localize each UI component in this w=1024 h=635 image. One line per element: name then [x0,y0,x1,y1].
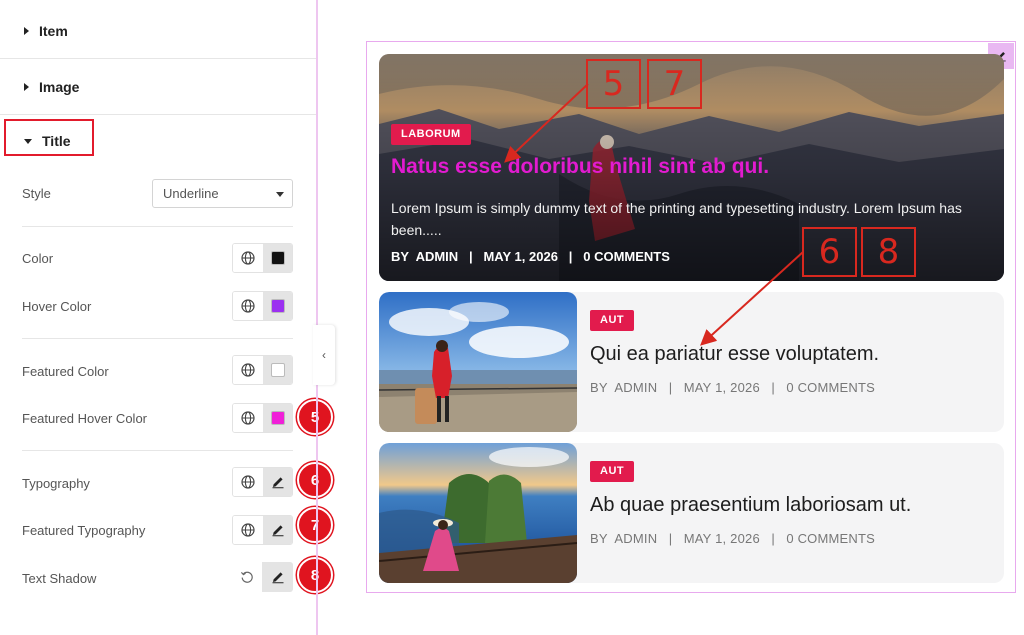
globe-icon[interactable] [233,356,263,384]
caret-right-icon [24,82,29,91]
globe-icon[interactable] [233,516,263,544]
post-category-tag[interactable]: AUT [590,461,635,482]
featured-hover-color-swatch-button[interactable] [263,404,292,432]
color-swatch-button[interactable] [263,244,292,272]
post-meta: BY ADMIN | MAY 1, 2026 | 0 COMMENTS [590,531,876,546]
pencil-icon[interactable] [262,562,293,592]
featured-hover-color-control [232,403,293,433]
typography-control [232,467,293,497]
text-shadow-label: Text Shadow [22,571,97,586]
title-highlight-box [4,119,94,156]
divider [22,450,293,451]
callout-box-8: 8 [861,227,916,277]
globe-icon[interactable] [233,292,263,320]
color-swatch [270,251,285,265]
featured-typography-label: Featured Typography [22,523,146,538]
post-title[interactable]: Ab quae praesentium laboriosam ut. [590,494,911,517]
settings-panel: Item Image Title Style Underline Color H… [0,0,333,635]
featured-category-tag[interactable]: LABORUM [391,124,471,145]
pencil-icon[interactable] [263,516,292,544]
callout-badge-8: 8 [297,557,333,593]
caret-right-icon [24,26,29,35]
featured-typography-control [232,515,293,545]
callout-badge-6: 6 [297,462,333,498]
divider [22,226,293,227]
globe-icon[interactable] [233,404,263,432]
post-meta: BY ADMIN | MAY 1, 2026 | 0 COMMENTS [590,380,876,395]
style-label: Style [22,186,51,201]
divider [22,338,293,339]
panel-divider [316,0,318,635]
section-image-label: Image [39,78,80,95]
color-label: Color [22,251,54,266]
featured-hover-color-label: Featured Hover Color [22,411,147,426]
chevron-left-icon[interactable]: ‹ [313,325,335,385]
featured-hover-color-swatch [270,411,285,425]
text-shadow-control [232,562,293,592]
hover-color-swatch-button[interactable] [263,292,292,320]
section-item-label: Item [39,22,68,39]
pencil-icon[interactable] [263,468,292,496]
section-image[interactable]: Image [0,59,316,115]
callout-badge-7: 7 [297,507,333,543]
featured-color-swatch-button[interactable] [263,356,292,384]
section-item[interactable]: Item [0,3,316,59]
hover-color-label: Hover Color [22,299,92,314]
chevron-down-icon [276,192,284,197]
post-thumbnail[interactable] [379,292,577,432]
style-select-value: Underline [163,186,219,201]
hover-color-swatch [270,299,285,313]
style-select[interactable]: Underline [152,179,293,208]
featured-post-title[interactable]: Natus esse doloribus nihil sint ab qui. [391,155,769,179]
featured-color-control [232,355,293,385]
typography-label: Typography [22,476,90,491]
post-category-tag[interactable]: AUT [590,310,635,331]
reset-icon[interactable] [232,562,262,592]
post-thumbnail[interactable] [379,443,577,583]
featured-color-label: Featured Color [22,364,109,379]
globe-icon[interactable] [233,244,263,272]
callout-box-7: 7 [647,59,702,109]
post-title[interactable]: Qui ea pariatur esse voluptatem. [590,343,879,366]
callout-badge-5: 5 [297,399,333,435]
featured-post-meta: BY ADMIN | MAY 1, 2026 | 0 COMMENTS [391,249,670,264]
callout-box-5: 5 [586,59,641,109]
callout-box-6: 6 [802,227,857,277]
color-control [232,243,293,273]
featured-color-swatch [270,363,285,377]
hover-color-control [232,291,293,321]
globe-icon[interactable] [233,468,263,496]
